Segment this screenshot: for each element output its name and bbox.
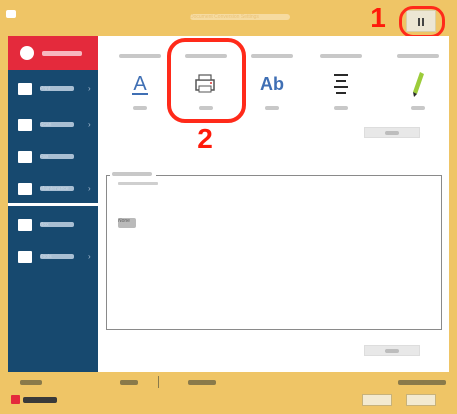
- brand-name: KYOCERA: [23, 397, 57, 403]
- sidebar-item-label: Scan: [40, 122, 74, 127]
- description-group: [106, 175, 442, 330]
- status-item-2: Settings: [188, 380, 216, 385]
- sidebar-item-tools[interactable]: Tools ›: [8, 242, 98, 272]
- tool-page-layout[interactable]: Page Ab Layout: [247, 44, 297, 114]
- chevron-right-icon: ›: [88, 184, 91, 193]
- sidebar-item-label: Maintenance: [40, 186, 74, 191]
- sidebar-item-label: Box: [40, 222, 74, 227]
- status-right: Help Center: [398, 380, 446, 385]
- chevron-right-icon: ›: [88, 252, 91, 261]
- scanner-icon: [18, 119, 32, 131]
- tool-color-edit[interactable]: Color Edit: [393, 44, 443, 114]
- sidebar-item-fax[interactable]: Fax: [8, 142, 98, 172]
- svg-text:Ab: Ab: [260, 74, 284, 94]
- home-icon: [20, 46, 34, 60]
- sidebar-item-scan[interactable]: Scan ›: [8, 110, 98, 140]
- tool-sub-label: A: [133, 106, 147, 110]
- status-item-1: Page 1: [120, 380, 138, 385]
- status-field-2[interactable]: [406, 394, 436, 406]
- sidebar-item-home[interactable]: Home: [8, 36, 98, 70]
- window-title: Document Conversion Settings: [190, 14, 290, 20]
- maintenance-icon: [18, 183, 32, 195]
- sidebar-item-print[interactable]: Print ›: [8, 74, 98, 104]
- svg-text:A: A: [133, 73, 147, 95]
- group-legend-label: Description: [112, 172, 152, 176]
- sidebar-item-label: Home: [42, 51, 82, 56]
- sidebar-item-label: Tools: [40, 254, 74, 259]
- tool-caption: Page: [251, 54, 293, 58]
- pen-icon: [413, 72, 424, 97]
- printer-icon: [18, 83, 32, 95]
- tool-align[interactable]: Format Align: [316, 44, 366, 114]
- chevron-right-icon: ›: [88, 84, 91, 93]
- tool-caption: Color: [397, 54, 439, 58]
- page-layout-icon: Ab: [260, 74, 284, 94]
- box-icon: [18, 219, 32, 231]
- tool-sub-label: Align: [334, 106, 348, 110]
- apply-button[interactable]: Apply: [364, 127, 420, 138]
- status-field-1[interactable]: [362, 394, 392, 406]
- tools-icon: [18, 251, 32, 263]
- sidebar-item-maintenance[interactable]: Maintenance ›: [8, 174, 98, 204]
- ok-button-label: OK: [385, 349, 399, 353]
- fax-icon: [18, 151, 32, 163]
- callout-number-2: 2: [197, 123, 213, 154]
- tool-caption: Format: [320, 54, 362, 58]
- callout-circle-1: [399, 6, 445, 38]
- sidebar-item-label: Print: [40, 86, 74, 91]
- description-text: None: [118, 218, 136, 228]
- align-icon: [334, 74, 348, 94]
- tool-caption: Font: [119, 54, 161, 58]
- sidebar-item-box[interactable]: Box: [8, 210, 98, 240]
- status-left: Ready: [20, 380, 42, 385]
- system-menu-icon[interactable]: [6, 10, 16, 18]
- font-icon: A: [132, 73, 148, 95]
- ok-button[interactable]: OK: [364, 345, 420, 356]
- sidebar-divider: [8, 203, 98, 206]
- callout-number-1: 1: [370, 2, 386, 33]
- tool-sub-label: Layout: [265, 106, 279, 110]
- tool-sub-label: Edit: [411, 106, 425, 110]
- tool-font[interactable]: Font A A: [115, 44, 165, 114]
- status-divider: [158, 376, 159, 388]
- apply-button-label: Apply: [385, 131, 399, 135]
- group-underline: [118, 182, 158, 185]
- kyocera-logo-icon: [11, 395, 20, 404]
- callout-circle-2: [167, 38, 246, 123]
- chevron-right-icon: ›: [88, 120, 91, 129]
- sidebar-item-label: Fax: [40, 154, 74, 159]
- group-legend: Description: [110, 168, 156, 180]
